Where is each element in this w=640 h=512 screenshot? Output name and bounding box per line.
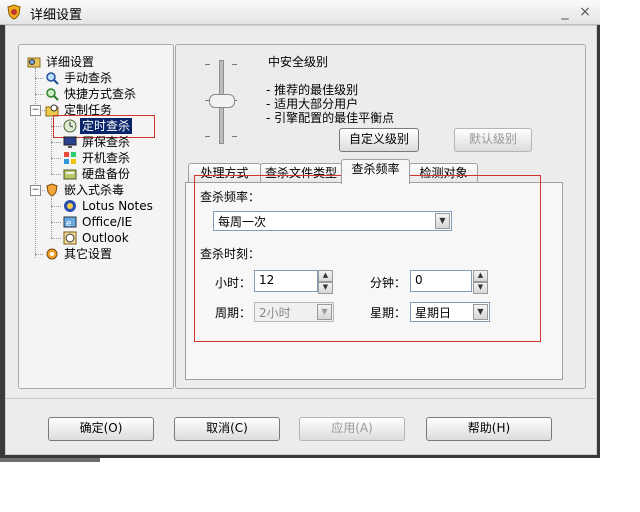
help-button[interactable]: 帮助(H) <box>426 417 552 441</box>
tree-item-startup-scan[interactable]: 开机查杀 <box>63 150 132 166</box>
tree-item-office-ie[interactable]: e Office/IE <box>63 214 134 230</box>
divider <box>5 398 595 399</box>
hour-input[interactable]: 12 <box>254 270 318 292</box>
window-edge-strip <box>0 458 100 462</box>
collapse-toggle[interactable]: − <box>30 185 41 196</box>
windows-icon <box>64 152 76 164</box>
security-slider-thumb[interactable] <box>209 94 235 108</box>
cancel-button[interactable]: 取消(C) <box>174 417 280 441</box>
tree-item-other-settings[interactable]: 其它设置 <box>45 246 114 262</box>
svg-text:e: e <box>66 219 72 229</box>
settings-folder-icon <box>27 57 41 68</box>
minute-label: 分钟： <box>370 276 407 290</box>
slider-tick <box>232 64 237 65</box>
tree-item-disk-backup[interactable]: 硬盘备份 <box>63 166 132 182</box>
tab-scan-frequency[interactable]: 查杀频率 <box>341 159 410 184</box>
tree-line <box>35 94 43 95</box>
magnifier-icon <box>46 88 59 101</box>
app-shield-icon <box>7 4 21 20</box>
monitor-icon <box>63 136 77 148</box>
office-ie-icon: e <box>63 216 77 229</box>
tree-item-screensaver-scan[interactable]: 屏保查杀 <box>63 134 132 150</box>
tree-item-shortcut-scan[interactable]: 快捷方式查杀 <box>45 86 138 102</box>
tree-line <box>51 158 61 159</box>
tree-line <box>51 174 61 175</box>
tree-item-outlook[interactable]: Outlook <box>63 230 131 246</box>
spin-up-icon[interactable]: ▲ <box>473 270 488 282</box>
tree-line <box>51 142 61 143</box>
tree-item-manual-scan[interactable]: 手动查杀 <box>45 70 114 86</box>
slider-tick <box>205 64 210 65</box>
magnifier-icon <box>46 72 59 85</box>
tree-line <box>35 68 36 258</box>
minute-stepper[interactable]: ▲ ▼ <box>473 270 488 294</box>
weekday-select[interactable]: 星期日 ▼ <box>410 302 490 322</box>
frequency-select[interactable]: 每周一次 ▼ <box>213 211 452 231</box>
collapse-toggle[interactable]: − <box>30 105 41 116</box>
tree-line <box>51 206 61 207</box>
gear-icon <box>46 248 58 260</box>
spin-down-icon[interactable]: ▼ <box>473 282 488 294</box>
spin-down-icon[interactable]: ▼ <box>318 282 333 294</box>
default-level-button[interactable]: 默认级别 <box>454 128 532 152</box>
tree-item-root[interactable]: 详细设置 <box>27 54 96 70</box>
apply-button[interactable]: 应用(A) <box>299 417 405 441</box>
shield-icon <box>46 183 58 197</box>
security-level-title: 中安全级别 <box>268 55 329 69</box>
slider-tick <box>232 136 237 137</box>
chevron-down-icon[interactable]: ▼ <box>473 304 488 320</box>
title-bar[interactable]: 详细设置 _ × <box>0 0 600 25</box>
security-bullet: - 引擎配置的最佳平衡点 <box>266 111 395 125</box>
outlook-clock-icon <box>63 231 77 245</box>
weekday-label: 星期： <box>370 306 407 320</box>
window-title: 详细设置 <box>30 8 83 23</box>
spin-up-icon[interactable]: ▲ <box>318 270 333 282</box>
chevron-down-icon[interactable]: ▼ <box>435 213 450 229</box>
tree-line <box>35 254 43 255</box>
close-button[interactable]: × <box>576 3 594 21</box>
minute-input[interactable]: 0 <box>410 270 472 292</box>
hour-stepper[interactable]: ▲ ▼ <box>318 270 333 294</box>
tree-item-embedded-av[interactable]: 嵌入式杀毒 <box>45 182 126 198</box>
frequency-label: 查杀频率： <box>200 190 261 204</box>
slider-tick <box>205 136 210 137</box>
time-label: 查杀时刻： <box>200 247 261 261</box>
disk-icon <box>63 169 77 180</box>
tree-line <box>51 238 61 239</box>
tree-item-lotus-notes[interactable]: Lotus Notes <box>63 198 155 214</box>
period-label: 周期： <box>215 306 252 320</box>
custom-level-button[interactable]: 自定义级别 <box>339 128 419 152</box>
tree-line <box>51 222 61 223</box>
hour-label: 小时： <box>215 276 252 290</box>
period-select[interactable]: 2小时 ▼ <box>254 302 334 322</box>
tree-line <box>35 78 43 79</box>
lotus-notes-icon <box>64 200 76 212</box>
minimize-button[interactable]: _ <box>556 3 574 21</box>
ok-button[interactable]: 确定(O) <box>48 417 154 441</box>
tree-line <box>51 198 52 238</box>
chevron-down-icon[interactable]: ▼ <box>317 304 332 320</box>
